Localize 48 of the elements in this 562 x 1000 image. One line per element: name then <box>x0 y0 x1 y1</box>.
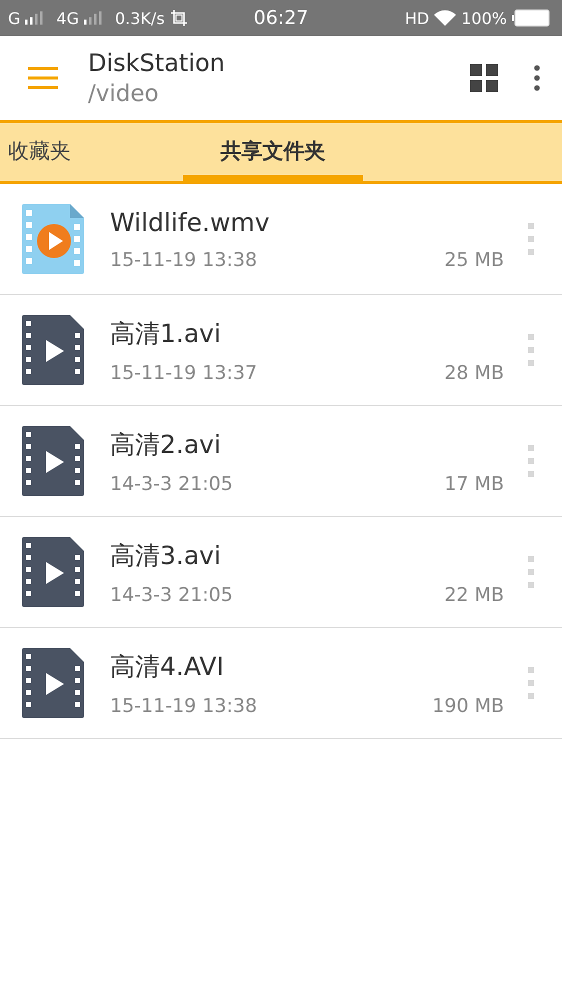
file-row[interactable]: 高清3.avi 14-3-3 21:05 22 MB <box>0 517 562 628</box>
video-file-icon <box>22 537 86 607</box>
video-file-icon <box>22 426 86 496</box>
file-date: 14-3-3 21:05 <box>110 472 233 494</box>
folder-path: /video <box>88 81 160 107</box>
video-file-icon <box>22 648 86 718</box>
network-label: G <box>8 8 20 28</box>
file-row[interactable]: 高清2.avi 14-3-3 21:05 17 MB <box>0 406 562 517</box>
tab[interactable]: 共享文件夹 <box>183 123 363 181</box>
file-date: 14-3-3 21:05 <box>110 584 233 606</box>
file-name: 高清1.avi <box>110 318 222 350</box>
grid-view-button[interactable] <box>470 64 498 92</box>
hd-label: HD <box>404 8 430 28</box>
item-options-button[interactable] <box>528 445 534 477</box>
item-options-button[interactable] <box>528 667 534 699</box>
file-date: 15-11-19 13:38 <box>110 694 258 716</box>
file-size: 28 MB <box>444 362 504 384</box>
item-options-button[interactable] <box>528 556 534 588</box>
video-file-icon <box>22 315 86 385</box>
wifi-icon <box>434 10 456 26</box>
more-options-button[interactable] <box>534 65 540 91</box>
file-row[interactable]: 高清1.avi 15-11-19 13:37 28 MB <box>0 295 562 406</box>
clock: 06:27 <box>254 7 308 29</box>
signal-icon <box>84 11 104 25</box>
app-title: DiskStation <box>88 49 226 77</box>
battery-percent: 100% <box>461 8 507 28</box>
tab[interactable]: 收藏夹 <box>0 123 79 181</box>
file-size: 17 MB <box>444 472 504 494</box>
battery-icon <box>512 9 550 27</box>
file-row[interactable]: 高清4.AVI 15-11-19 13:38 190 MB <box>0 628 562 739</box>
signal-icon <box>25 11 46 25</box>
file-name: Wildlife.wmv <box>110 208 271 236</box>
menu-button[interactable] <box>28 67 58 89</box>
network-label: 4G <box>56 8 79 28</box>
file-name: 高清3.avi <box>110 540 222 572</box>
file-name: 高清2.avi <box>110 428 222 460</box>
file-row[interactable]: Wildlife.wmv 15-11-19 13:38 25 MB <box>0 184 562 295</box>
file-size: 22 MB <box>444 584 504 606</box>
screenshot-icon <box>170 9 188 27</box>
item-options-button[interactable] <box>528 223 534 255</box>
video-file-icon <box>22 204 86 274</box>
file-size: 190 MB <box>432 694 504 716</box>
item-options-button[interactable] <box>528 334 534 366</box>
file-date: 15-11-19 13:38 <box>110 248 258 270</box>
network-speed: 0.3K/s <box>114 8 165 28</box>
file-size: 25 MB <box>444 248 504 270</box>
file-date: 15-11-19 13:37 <box>110 362 258 384</box>
file-name: 高清4.AVI <box>110 650 225 682</box>
